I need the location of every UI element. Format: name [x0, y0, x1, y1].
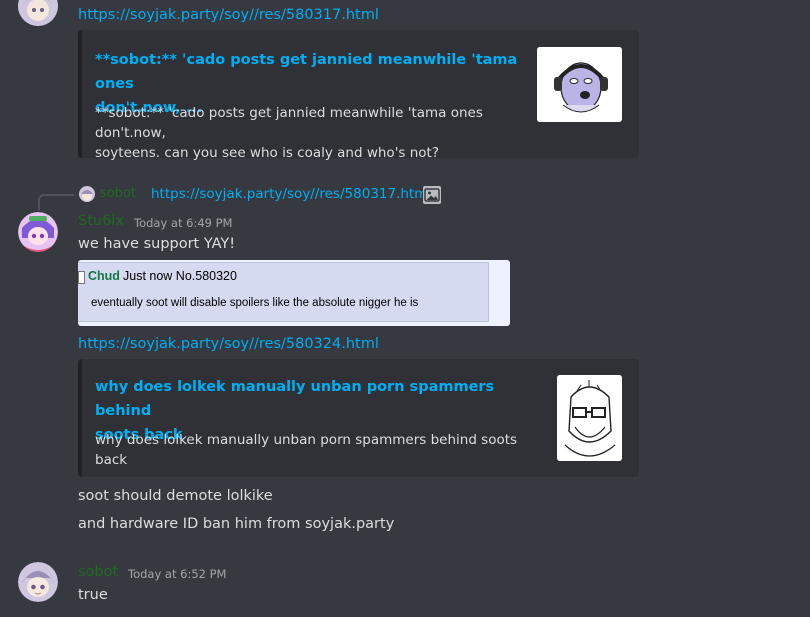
post-name: Chud	[88, 269, 120, 283]
username[interactable]: sobot	[78, 564, 118, 580]
timestamp: Today at 6:49 PM	[134, 216, 233, 230]
avatar-sobot-top[interactable]	[18, 0, 58, 26]
embed-title-line[interactable]: **sobot:** 'cado posts get jannied meanw…	[95, 48, 525, 96]
message-link[interactable]: https://soyjak.party/soy//res/580317.htm…	[78, 7, 379, 23]
avatar-stu6ix[interactable]	[18, 212, 58, 252]
message-text: we have support YAY!	[78, 236, 236, 252]
checkbox-icon	[78, 271, 85, 284]
embed-title-line[interactable]: why does lolkek manually unban porn spam…	[95, 375, 525, 423]
chan-post: Chud Just now No.580320 eventually soot …	[78, 262, 489, 322]
link-embed: **sobot:** 'cado posts get jannied meanw…	[78, 30, 639, 161]
link-embed: why does lolkek manually unban porn spam…	[78, 359, 639, 477]
timestamp: Today at 6:52 PM	[128, 567, 227, 581]
avatar-sobot[interactable]	[18, 562, 58, 602]
embed-thumbnail[interactable]	[557, 375, 622, 461]
embed-thumbnail[interactable]	[537, 47, 622, 122]
reply-avatar[interactable]	[79, 186, 95, 202]
reply-username[interactable]: sobot	[100, 186, 136, 201]
message-link[interactable]: https://soyjak.party/soy//res/580324.htm…	[78, 336, 379, 352]
image-icon	[423, 186, 441, 204]
message-text: soot should demote lolkike	[78, 488, 273, 504]
message-text: and hardware ID ban him from soyjak.part…	[78, 516, 395, 532]
embed-description-line: **sobot:** 'cado posts get jannied meanw…	[95, 105, 483, 141]
embed-description: **sobot:** 'cado posts get jannied meanw…	[95, 103, 535, 163]
reply-connector	[38, 194, 74, 210]
username[interactable]: Stu6ix	[78, 213, 124, 229]
embed-description: why does lolkek manually unban porn spam…	[95, 432, 518, 468]
post-body: eventually soot will disable spoilers li…	[91, 297, 419, 309]
reply-text[interactable]: https://soyjak.party/soy//res/580317.htm…	[151, 186, 431, 202]
embed-description-line: soyteens. can you see who is coaly and w…	[95, 145, 439, 161]
post-meta: Just now No.580320	[123, 269, 237, 283]
message-text: true	[78, 587, 108, 603]
attached-image[interactable]: Chud Just now No.580320 eventually soot …	[78, 260, 510, 326]
